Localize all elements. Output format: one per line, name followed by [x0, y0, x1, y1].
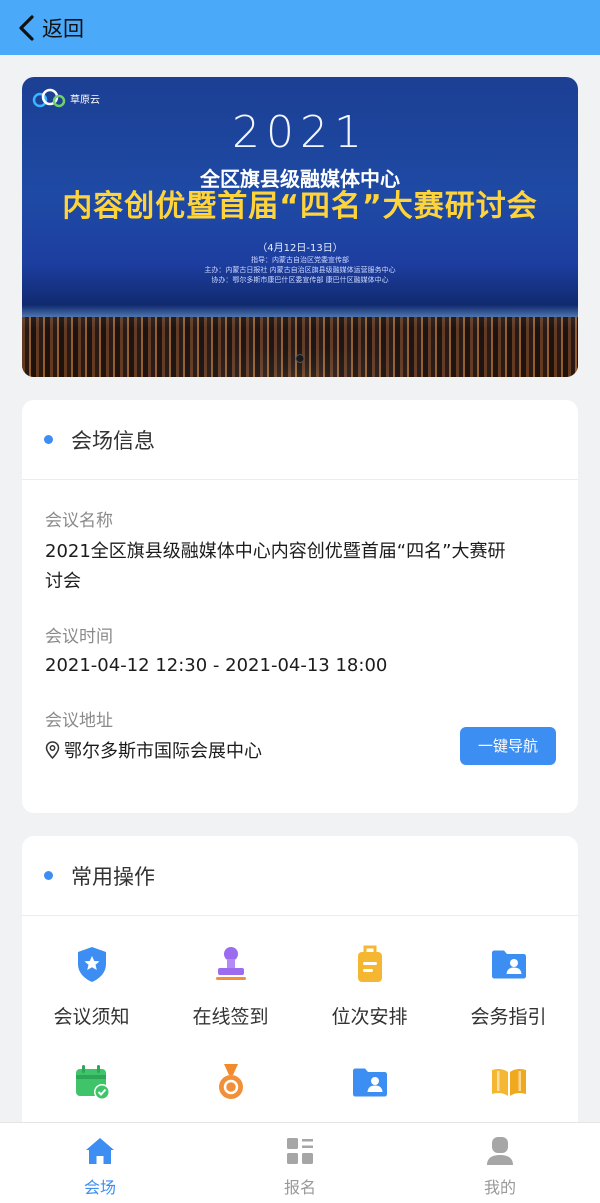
- banner-date: （4月12日-13日）: [257, 243, 343, 254]
- op-online-checkin[interactable]: 在线签到: [161, 944, 300, 1029]
- shield-star-icon: [77, 947, 106, 982]
- banner-audience-lights: [22, 317, 578, 377]
- section-bullet: [44, 435, 53, 444]
- op-calendar[interactable]: [22, 1062, 161, 1102]
- section-bullet: [44, 871, 53, 880]
- banner-logo: 草原云: [32, 87, 100, 109]
- op-meeting-guide[interactable]: 会务指引: [439, 944, 578, 1029]
- user-icon: [487, 1137, 513, 1165]
- meeting-address-label: 会议地址: [45, 711, 113, 731]
- location-pin-icon: [45, 741, 60, 759]
- chevron-left-icon: [19, 14, 34, 41]
- op-meeting-notice[interactable]: 会议须知: [22, 944, 161, 1029]
- stamp-icon: [215, 947, 246, 980]
- medal-icon: [218, 1064, 243, 1099]
- carousel-indicator: [295, 354, 305, 363]
- op-label: 会务指引: [470, 1006, 547, 1028]
- banner-fine-line: 协办：鄂尔多斯市康巴什区委宣传部 康巴什区融媒体中心: [211, 276, 389, 284]
- book-icon: [491, 1068, 526, 1096]
- navigate-button[interactable]: 一键导航: [460, 727, 556, 765]
- banner-title: 内容创优暨首届“四名”大赛研讨会: [62, 189, 538, 224]
- tab-label: 我的: [483, 1178, 516, 1197]
- banner-carousel[interactable]: 草原云 2021 全区旗县级融媒体中心 内容创优暨首届“四名”大赛研讨会 （4月…: [22, 77, 578, 377]
- logo-text: 草原云: [70, 94, 100, 106]
- banner-fine-line: 主办：内蒙古日报社 内蒙古自治区旗县级融媒体运营服务中心: [204, 266, 396, 274]
- tab-venue[interactable]: 会场: [0, 1123, 200, 1203]
- carousel-dot-active[interactable]: [295, 354, 305, 363]
- meeting-address-row: 鄂尔多斯市国际会展中心: [45, 737, 262, 767]
- op-label: 在线签到: [192, 1006, 269, 1028]
- meeting-name-label: 会议名称: [45, 511, 113, 531]
- operations-header: 常用操作: [22, 836, 578, 916]
- op-contacts[interactable]: [300, 1062, 439, 1102]
- meeting-name-value-line2: 讨会: [45, 571, 81, 592]
- seat-tag-icon: [357, 945, 382, 982]
- grid-list-icon: [287, 1138, 313, 1164]
- home-icon: [86, 1138, 114, 1164]
- meeting-name-value-line1: 2021全区旗县级融媒体中心内容创优暨首届“四名”大赛研: [45, 541, 506, 562]
- folder-user-icon: [491, 950, 526, 979]
- back-button[interactable]: 返回: [16, 13, 84, 43]
- venue-info-header: 会场信息: [22, 400, 578, 480]
- tab-mine[interactable]: 我的: [400, 1123, 600, 1203]
- venue-info-card: 会场信息 会议名称 2021全区旗县级融媒体中心内容创优暨首届“四名”大赛研 讨…: [22, 400, 578, 813]
- op-handbook[interactable]: [439, 1062, 578, 1102]
- cloud-logo-icon: [32, 88, 66, 108]
- tab-register[interactable]: 报名: [200, 1123, 400, 1203]
- op-medal[interactable]: [161, 1062, 300, 1102]
- tab-label: 会场: [83, 1178, 116, 1197]
- bottom-tab-bar: 会场 报名 我的: [0, 1122, 600, 1203]
- op-label: 位次安排: [331, 1006, 408, 1028]
- back-label: 返回: [42, 16, 84, 41]
- section-title: 会场信息: [71, 428, 155, 453]
- banner-fine-line: 指导：内蒙古自治区党委宣传部: [251, 256, 349, 264]
- folder-contact-icon: [352, 1068, 387, 1097]
- op-seat-arrangement[interactable]: 位次安排: [300, 944, 439, 1029]
- top-bar: 返回: [0, 0, 600, 55]
- meeting-time-label: 会议时间: [45, 627, 113, 647]
- op-label: 会议须知: [53, 1006, 130, 1028]
- section-title: 常用操作: [71, 864, 155, 889]
- meeting-time-value: 2021-04-12 12:30 - 2021-04-13 18:00: [45, 655, 388, 676]
- common-operations-card: 常用操作 会议须知 在线签到 位次安排 会务指引: [22, 836, 578, 1136]
- calendar-check-icon: [75, 1065, 110, 1100]
- tab-label: 报名: [283, 1178, 316, 1197]
- banner-year: 2021: [232, 107, 368, 158]
- meeting-address-value: 鄂尔多斯市国际会展中心: [64, 741, 262, 762]
